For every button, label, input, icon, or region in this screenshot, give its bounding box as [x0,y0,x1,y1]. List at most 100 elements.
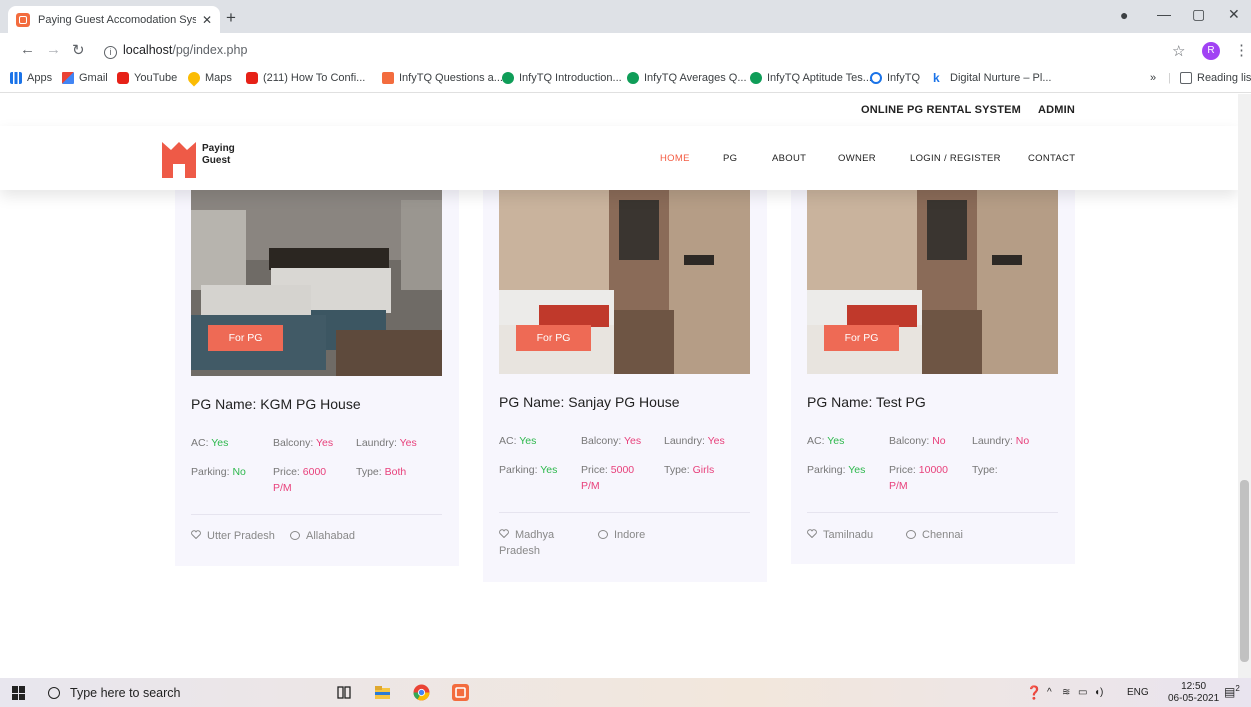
browser-tab[interactable]: Paying Guest Accomodation Syst ✕ [8,6,220,33]
infytq-icon [382,72,394,84]
help-tray-icon[interactable]: ❓ [1026,685,1042,701]
ac-feature: AC: Yes [191,437,229,449]
card-divider [807,512,1058,513]
url-field[interactable]: i localhost/pg/index.php [104,43,247,59]
reading-list-button[interactable]: Reading list [1180,72,1251,84]
scrollbar-thumb[interactable] [1240,480,1249,662]
heart-icon [807,527,817,539]
back-arrow-icon[interactable]: ← [20,41,35,58]
page-scrollbar[interactable] [1238,94,1251,678]
profile-avatar[interactable]: R [1202,42,1220,60]
bookmark-infytq[interactable]: InfyTQ [870,72,920,84]
chat-bubble-icon [598,530,608,539]
show-hidden-icons-icon[interactable]: ^ [1047,687,1052,698]
type-feature: Type: Both [356,466,407,478]
infytq-green-icon [627,72,639,84]
ac-feature: AC: Yes [499,435,537,447]
search-icon [48,686,60,699]
bookmark-digital-nurture[interactable]: k Digital Nurture – Pl... [933,72,1051,84]
location-city: Indore [598,527,645,543]
k-icon: k [933,71,940,85]
pg-name[interactable]: PG Name: Sanjay PG House [499,394,680,410]
bookmark-how-to-confi[interactable]: (211) How To Confi... [246,72,365,84]
apps-grid-icon [10,72,22,84]
bookmark-infytq-aptitude[interactable]: InfyTQ Aptitude Tes... [750,72,872,84]
battery-icon[interactable]: ▭ [1078,687,1087,698]
for-pg-badge: For PG [208,325,283,351]
nav-login-register[interactable]: LOGIN / REGISTER [910,153,1001,164]
taskbar-search[interactable]: Type here to search [48,682,338,703]
laundry-feature: Laundry: Yes [664,435,725,447]
price-feature: Price: 10000 P/M [889,464,948,492]
maps-icon [185,69,203,87]
bookmark-infytq-averages[interactable]: InfyTQ Averages Q... [627,72,747,84]
balcony-feature: Balcony: Yes [273,437,334,449]
parking-feature: Parking: Yes [499,464,558,476]
location-state: Tamilnadu [807,527,873,543]
file-explorer-icon[interactable] [374,684,391,701]
site-favicon-icon [16,12,30,27]
notifications-icon[interactable]: ▤2 [1224,684,1240,699]
bookmark-star-icon[interactable]: ☆ [1172,42,1185,60]
website-viewport: ONLINE PG RENTAL SYSTEM ADMIN Paying Gue… [0,94,1238,678]
youtube-icon [246,72,258,84]
site-top-bar: ONLINE PG RENTAL SYSTEM ADMIN [0,94,1238,126]
pg-name[interactable]: PG Name: KGM PG House [191,396,361,412]
location-city: Chennai [906,527,963,543]
site-logo-text[interactable]: Paying Guest [202,143,235,167]
house-logo-icon[interactable] [162,138,196,178]
bookmark-gmail[interactable]: Gmail [62,72,108,84]
task-view-icon[interactable] [336,684,353,701]
close-tab-icon[interactable]: ✕ [202,13,212,27]
wifi-icon[interactable]: ≋ [1062,687,1070,698]
parking-feature: Parking: Yes [807,464,866,476]
xampp-icon[interactable] [452,684,469,701]
rental-system-link[interactable]: ONLINE PG RENTAL SYSTEM [861,104,1021,116]
bookmark-youtube[interactable]: YouTube [117,72,177,84]
balcony-feature: Balcony: Yes [581,435,642,447]
bookmarks-bar: Apps Gmail YouTube Maps (211) How To Con… [0,66,1251,93]
new-tab-icon[interactable]: + [226,8,236,28]
close-window-icon[interactable]: ✕ [1228,6,1240,23]
minimize-icon[interactable]: — [1157,6,1171,22]
heart-icon [191,528,201,540]
bookmark-apps[interactable]: Apps [10,72,52,84]
windows-taskbar: Type here to search ❓ ^ ≋ ▭ ◖) ENG 12:50… [0,678,1251,707]
location-state: Madhya Pradesh [499,527,555,557]
more-bookmarks-button[interactable]: » [1150,72,1156,84]
forward-arrow-icon[interactable]: → [46,41,61,58]
nav-home[interactable]: HOME [660,153,690,164]
nav-about[interactable]: ABOUT [772,153,806,164]
address-toolbar: ← → ↻ i localhost/pg/index.php ☆ R ⋮ [0,33,1251,66]
maximize-icon[interactable]: ▢ [1192,6,1205,23]
heart-icon [499,527,509,539]
reload-icon[interactable]: ↻ [72,41,85,59]
price-feature: Price: 5000 P/M [581,464,635,492]
profile-dot-icon[interactable]: ● [1120,7,1128,23]
bookmark-infytq-introduction[interactable]: InfyTQ Introduction... [502,72,622,84]
infytq-green-icon [502,72,514,84]
chrome-icon[interactable] [413,684,430,701]
system-clock[interactable]: 12:50 06-05-2021 [1168,681,1219,705]
nav-pg[interactable]: PG [723,153,737,164]
bookmark-maps[interactable]: Maps [185,69,232,87]
pg-card[interactable]: For PG PG Name: Sanjay PG House AC: Yes … [483,190,767,582]
pg-card[interactable]: For PG PG Name: Test PG AC: Yes Balcony:… [791,190,1075,564]
type-feature: Type: [972,464,998,476]
nav-contact[interactable]: CONTACT [1028,153,1075,164]
volume-icon[interactable]: ◖) [1094,687,1103,698]
parking-feature: Parking: No [191,466,246,478]
url-host: localhost [123,43,173,57]
nav-owner[interactable]: OWNER [838,153,876,164]
for-pg-badge: For PG [824,325,899,351]
pg-name[interactable]: PG Name: Test PG [807,394,926,410]
browser-tab-strip: Paying Guest Accomodation Syst ✕ + ● — ▢… [0,0,1251,33]
language-indicator[interactable]: ENG [1127,687,1149,698]
admin-link[interactable]: ADMIN [1038,104,1075,116]
bookmark-infytq-questions[interactable]: InfyTQ Questions a... [382,72,503,84]
windows-start-icon[interactable] [12,686,26,700]
for-pg-badge: For PG [516,325,591,351]
site-info-icon[interactable]: i [104,46,117,59]
browser-menu-icon[interactable]: ⋮ [1234,41,1249,59]
pg-card[interactable]: For PG PG Name: KGM PG House AC: Yes Bal… [175,190,459,566]
